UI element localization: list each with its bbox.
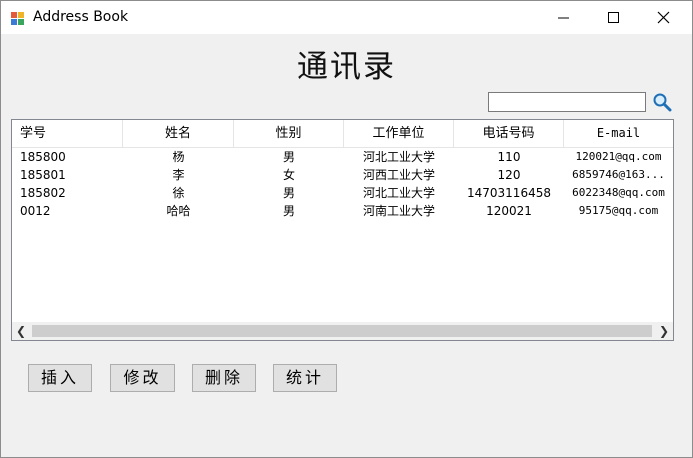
minimize-icon bbox=[558, 17, 569, 19]
minimize-button[interactable] bbox=[541, 1, 587, 34]
cell-student-id: 0012 bbox=[20, 204, 51, 218]
table-row[interactable]: 0012 哈哈 男 河南工业大学 120021 95175@qq.com bbox=[12, 202, 673, 220]
cell-email: 120021@qq.com bbox=[575, 150, 662, 163]
horizontal-scrollbar[interactable]: ❮ ❯ bbox=[12, 322, 673, 340]
cell-gender: 男 bbox=[282, 150, 295, 164]
main-window: Address Book 通讯录 学号 姓名 性别 工作单位 电话号码 E-ma… bbox=[0, 0, 693, 458]
cell-gender: 男 bbox=[282, 204, 295, 218]
cell-employer: 河南工业大学 bbox=[362, 204, 435, 218]
scroll-right-icon[interactable]: ❯ bbox=[655, 322, 673, 340]
window-title: Address Book bbox=[33, 9, 129, 25]
cell-email: 95175@qq.com bbox=[578, 204, 659, 217]
scrollbar-thumb[interactable] bbox=[32, 325, 652, 337]
column-header-name[interactable]: 姓名 bbox=[123, 120, 234, 147]
cell-employer: 河西工业大学 bbox=[362, 168, 435, 182]
list-header: 学号 姓名 性别 工作单位 电话号码 E-mail bbox=[12, 120, 673, 148]
cell-employer: 河北工业大学 bbox=[362, 186, 435, 200]
search-input[interactable] bbox=[488, 92, 646, 112]
magnifier-icon[interactable] bbox=[652, 92, 672, 112]
insert-button[interactable]: 插入 bbox=[28, 364, 92, 392]
list-body: 185800 杨 男 河北工业大学 110 120021@qq.com 1858… bbox=[12, 148, 673, 220]
delete-button[interactable]: 删除 bbox=[192, 364, 256, 392]
cell-gender: 男 bbox=[282, 186, 295, 200]
modify-button[interactable]: 修改 bbox=[110, 364, 175, 392]
page-title: 通讯录 bbox=[297, 49, 396, 85]
close-button[interactable] bbox=[641, 1, 687, 34]
cell-name: 徐 bbox=[172, 186, 185, 200]
cell-gender: 女 bbox=[282, 168, 295, 182]
table-row[interactable]: 185802 徐 男 河北工业大学 14703116458 6022348@qq… bbox=[12, 184, 673, 202]
column-header-employer[interactable]: 工作单位 bbox=[344, 120, 454, 147]
title-bar: Address Book bbox=[1, 1, 692, 34]
table-row[interactable]: 185801 李 女 河西工业大学 120 6859746@163... bbox=[12, 166, 673, 184]
maximize-icon bbox=[608, 12, 619, 23]
cell-name: 哈哈 bbox=[166, 204, 191, 218]
cell-phone: 14703116458 bbox=[467, 186, 551, 200]
cell-employer: 河北工业大学 bbox=[362, 150, 435, 164]
cell-phone: 120021 bbox=[486, 204, 532, 218]
cell-email: 6022348@qq.com bbox=[572, 186, 665, 199]
cell-student-id: 185800 bbox=[20, 150, 66, 164]
cell-student-id: 185801 bbox=[20, 168, 66, 182]
scroll-left-icon[interactable]: ❮ bbox=[12, 322, 30, 340]
close-icon bbox=[657, 11, 670, 24]
cell-student-id: 185802 bbox=[20, 186, 66, 200]
app-icon bbox=[10, 10, 26, 26]
cell-phone: 120 bbox=[497, 168, 521, 182]
cell-name: 杨 bbox=[172, 150, 185, 164]
address-list[interactable]: 学号 姓名 性别 工作单位 电话号码 E-mail 185800 杨 男 河北工… bbox=[11, 119, 674, 341]
maximize-button[interactable] bbox=[591, 1, 637, 34]
stats-button[interactable]: 统计 bbox=[273, 364, 337, 392]
table-row[interactable]: 185800 杨 男 河北工业大学 110 120021@qq.com bbox=[12, 148, 673, 166]
column-header-gender[interactable]: 性别 bbox=[234, 120, 344, 147]
cell-email: 6859746@163... bbox=[572, 168, 665, 181]
column-header-phone[interactable]: 电话号码 bbox=[454, 120, 564, 147]
column-header-email[interactable]: E-mail bbox=[564, 120, 673, 147]
cell-phone: 110 bbox=[497, 150, 521, 164]
column-header-student-id[interactable]: 学号 bbox=[12, 120, 123, 147]
cell-name: 李 bbox=[172, 168, 185, 182]
